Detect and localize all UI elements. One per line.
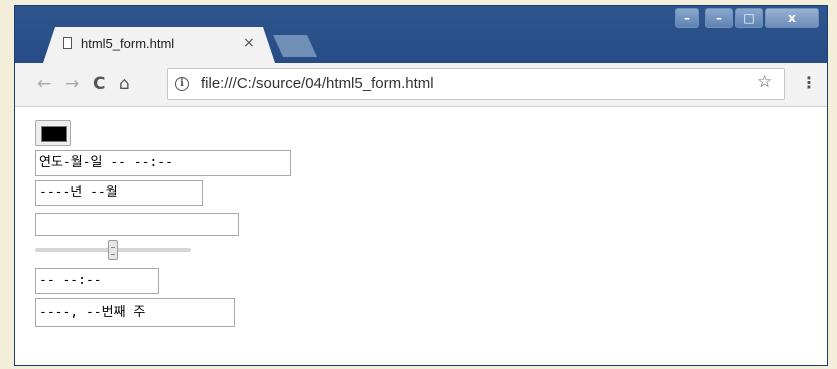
- time-input[interactable]: -- --:--: [35, 268, 159, 294]
- document-icon: [63, 37, 72, 49]
- tab-title: html5_form.html: [81, 36, 175, 51]
- page-content: 연도-월-일 -- --:-- ----년 --월 -- --:-- ----,…: [15, 107, 827, 365]
- close-window-button[interactable]: x: [765, 8, 819, 28]
- text-input[interactable]: [35, 213, 239, 236]
- url-text[interactable]: file:///C:/source/04/html5_form.html: [201, 75, 434, 92]
- back-arrow-icon[interactable]: ←: [37, 74, 51, 94]
- forward-arrow-icon[interactable]: →: [65, 74, 79, 94]
- minimize-icon: –: [716, 11, 722, 25]
- range-slider[interactable]: [35, 240, 191, 260]
- info-icon[interactable]: i: [175, 77, 189, 91]
- maximize-icon: □: [743, 11, 755, 25]
- tab-close-icon[interactable]: ×: [243, 35, 255, 51]
- color-picker-input[interactable]: [35, 120, 71, 146]
- color-swatch: [41, 126, 67, 142]
- datetime-local-input[interactable]: 연도-월-일 -- --:--: [35, 150, 291, 176]
- reload-icon[interactable]: C: [93, 74, 105, 94]
- slider-thumb[interactable]: [108, 240, 118, 260]
- minimize-button[interactable]: –: [705, 8, 733, 28]
- week-input[interactable]: ----, --번째 주: [35, 298, 235, 327]
- menu-icon[interactable]: ⋮: [801, 73, 817, 92]
- maximize-button[interactable]: □: [735, 8, 763, 28]
- home-icon[interactable]: ⌂: [119, 74, 130, 94]
- window-extra-icon: –: [684, 11, 690, 25]
- close-icon: x: [788, 11, 796, 25]
- bookmark-star-icon[interactable]: ☆: [757, 72, 772, 92]
- month-input[interactable]: ----년 --월: [35, 180, 203, 206]
- browser-window: – – □ x html5_form.html × ← → C ⌂ i file…: [14, 5, 828, 366]
- window-extra-button[interactable]: –: [675, 8, 699, 28]
